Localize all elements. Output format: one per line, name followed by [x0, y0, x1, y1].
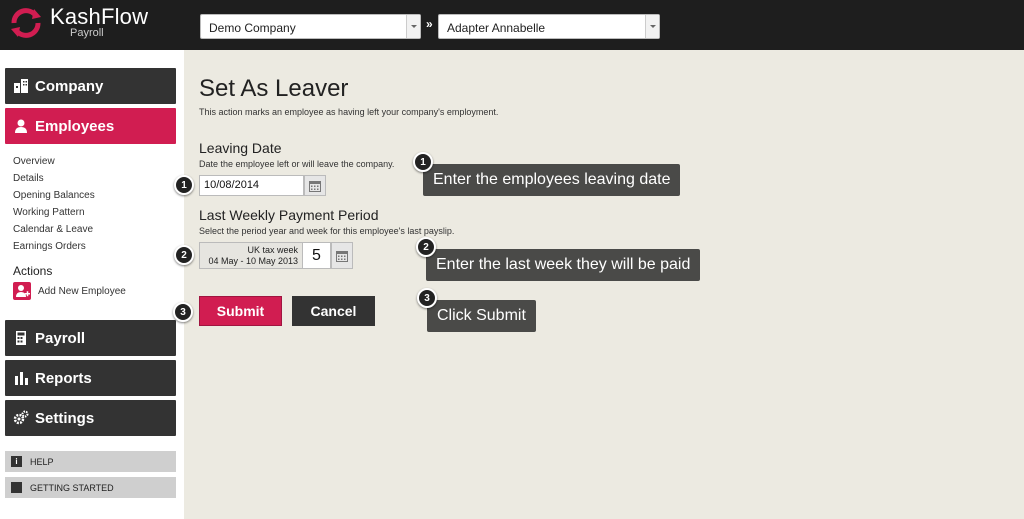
- nav-payroll-label: Payroll: [35, 329, 86, 347]
- tooltip-badge-1: 1: [413, 152, 433, 172]
- nav-employees[interactable]: Employees: [5, 108, 176, 144]
- nav-payroll[interactable]: Payroll: [5, 320, 176, 356]
- tooltip-badge-2: 2: [416, 237, 436, 257]
- tax-week-display: UK tax week 04 May - 10 May 2013: [199, 242, 303, 269]
- subnav-working-pattern[interactable]: Working Pattern: [13, 207, 85, 218]
- subnav-opening-balances[interactable]: Opening Balances: [13, 190, 95, 201]
- tooltip-1: Enter the employees leaving date: [423, 164, 681, 196]
- nav-reports[interactable]: Reports: [5, 360, 176, 396]
- getting-started-button[interactable]: GETTING STARTED: [5, 477, 176, 498]
- leaving-date-calendar-button[interactable]: [304, 175, 326, 196]
- help-label: HELP: [30, 456, 54, 467]
- company-select-value: Demo Company: [209, 21, 296, 35]
- sidebar: Company Employees Overview Details Openi…: [0, 50, 184, 519]
- last-period-heading: Last Weekly Payment Period: [199, 207, 379, 223]
- top-bar: KashFlow Payroll Demo Company » Adapter …: [0, 0, 1024, 50]
- subnav-overview[interactable]: Overview: [13, 156, 55, 167]
- nav-employees-label: Employees: [35, 117, 115, 135]
- company-select[interactable]: Demo Company: [200, 14, 421, 39]
- week-calendar-button[interactable]: [331, 242, 353, 269]
- subnav-details[interactable]: Details: [13, 173, 44, 184]
- gears-icon: [13, 410, 29, 426]
- subnav-earnings-orders[interactable]: Earnings Orders: [13, 241, 86, 252]
- tooltip-badge-3: 3: [417, 288, 437, 308]
- nav-settings-label: Settings: [35, 409, 95, 427]
- add-new-employee-link[interactable]: Add New Employee: [13, 282, 126, 300]
- tax-week-label: UK tax week: [247, 245, 298, 255]
- chevron-down-icon: [645, 15, 659, 38]
- calendar-icon: [336, 250, 348, 262]
- employee-select[interactable]: Adapter Annabelle: [438, 14, 660, 39]
- employee-select-value: Adapter Annabelle: [447, 21, 546, 35]
- leaving-date-description: Date the employee left or will leave the…: [199, 159, 395, 169]
- logo-subtitle: Payroll: [70, 27, 104, 39]
- subnav-calendar-leave[interactable]: Calendar & Leave: [13, 224, 93, 235]
- week-number-input[interactable]: 5: [302, 242, 331, 269]
- nav-company-label: Company: [35, 77, 104, 95]
- help-button[interactable]: i HELP: [5, 451, 176, 472]
- nav-company[interactable]: Company: [5, 68, 176, 104]
- page-subtitle: This action marks an employee as having …: [199, 107, 499, 117]
- step-badge-2: 2: [174, 245, 194, 265]
- leaving-date-heading: Leaving Date: [199, 140, 282, 156]
- tooltip-2: Enter the last week they will be paid: [426, 249, 701, 281]
- nav-reports-label: Reports: [35, 369, 92, 387]
- calculator-icon: [13, 330, 29, 346]
- kashflow-logo[interactable]: KashFlow Payroll: [8, 6, 148, 44]
- breadcrumb-separator: »: [426, 17, 433, 31]
- info-icon: i: [11, 456, 22, 467]
- leaving-date-input[interactable]: 10/08/2014: [199, 175, 304, 196]
- cancel-button[interactable]: Cancel: [292, 296, 375, 326]
- logo-icon: [8, 6, 44, 40]
- add-person-icon: [13, 282, 31, 300]
- logo-name: KashFlow: [50, 4, 149, 29]
- step-badge-1: 1: [174, 175, 194, 195]
- actions-heading: Actions: [13, 264, 53, 278]
- step-badge-3: 3: [173, 302, 193, 322]
- building-icon: [13, 78, 29, 94]
- getting-started-label: GETTING STARTED: [30, 482, 114, 493]
- person-icon: [13, 118, 29, 134]
- calendar-icon: [309, 180, 321, 192]
- submit-button[interactable]: Submit: [199, 296, 282, 326]
- tax-week-range: 04 May - 10 May 2013: [208, 256, 298, 266]
- bar-chart-icon: [13, 370, 29, 386]
- page-title: Set As Leaver: [199, 75, 349, 102]
- chevron-down-icon: [406, 15, 420, 38]
- book-icon: [11, 482, 22, 493]
- last-period-description: Select the period year and week for this…: [199, 226, 455, 236]
- nav-settings[interactable]: Settings: [5, 400, 176, 436]
- add-new-employee-label: Add New Employee: [38, 285, 126, 297]
- tooltip-3: Click Submit: [427, 300, 536, 332]
